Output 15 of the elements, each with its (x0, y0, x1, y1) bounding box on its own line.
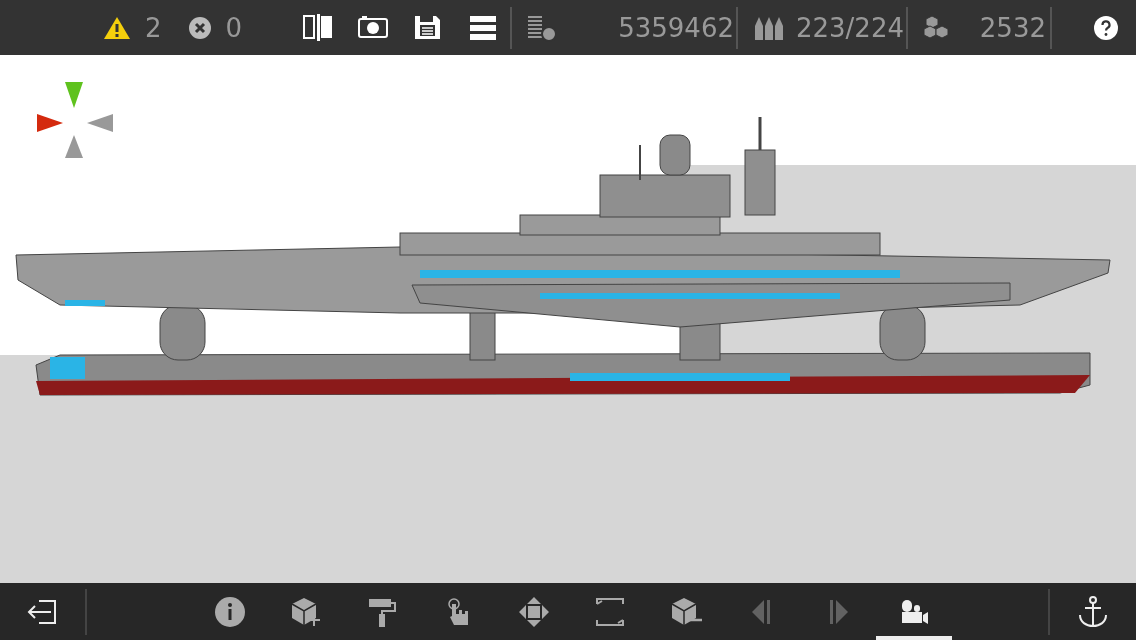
axis-gizmo-icon[interactable] (35, 80, 115, 160)
info-circle-icon (213, 595, 246, 628)
help-icon (1093, 14, 1119, 41)
error-count: 0 (225, 12, 243, 43)
mirror-icon (301, 12, 334, 43)
rotate-frame-icon (593, 595, 626, 628)
ammo-count: 223/224 (796, 12, 904, 43)
coins-icon (526, 13, 556, 42)
cost-value: 5359462 (618, 12, 734, 43)
parts-count: 2532 (979, 12, 1046, 43)
cube-minus-icon (669, 595, 702, 628)
error-icon (187, 15, 212, 40)
move-arrows-icon (517, 595, 550, 628)
warning-count: 2 (145, 12, 162, 43)
cube-plus-icon (289, 595, 322, 628)
